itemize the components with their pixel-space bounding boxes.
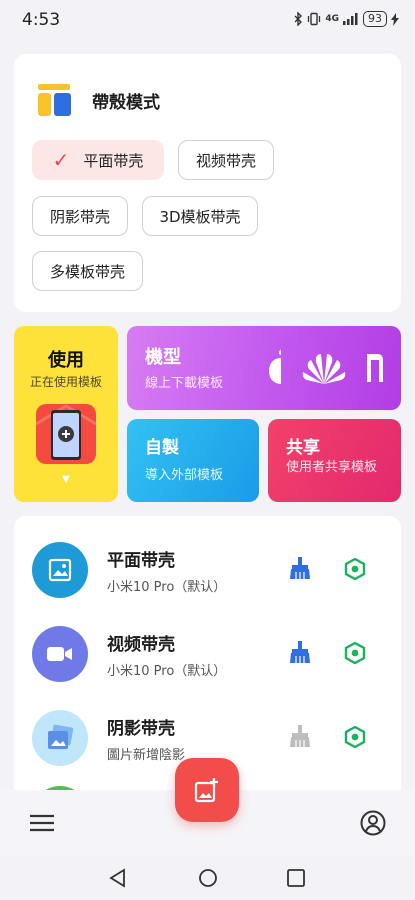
option-label: 平面带壳 bbox=[83, 151, 144, 170]
back-icon[interactable] bbox=[108, 868, 128, 888]
network-type: 4G bbox=[325, 14, 339, 24]
image-icon bbox=[32, 542, 88, 598]
bluetooth-icon bbox=[294, 12, 303, 26]
account-icon[interactable] bbox=[360, 810, 386, 836]
template-title: 平面带壳 bbox=[107, 551, 175, 571]
shell-mode-title: 帶殼模式 bbox=[92, 93, 160, 113]
clean-brush-icon[interactable] bbox=[288, 724, 312, 748]
option-label: 视频带壳 bbox=[195, 151, 256, 170]
option-flat-shell[interactable]: ✓ 平面带壳 bbox=[32, 140, 164, 180]
recents-icon[interactable] bbox=[287, 869, 305, 887]
home-icon[interactable] bbox=[198, 868, 218, 888]
clean-brush-icon[interactable] bbox=[288, 640, 312, 664]
vibrate-icon bbox=[308, 12, 321, 26]
option-label: 3D模板带壳 bbox=[159, 207, 241, 226]
caret-down-icon: ▼ bbox=[62, 474, 70, 485]
system-nav-bar bbox=[0, 856, 415, 900]
model-subtitle: 線上下載模板 bbox=[145, 376, 224, 391]
signal-icon bbox=[343, 13, 358, 25]
battery-icon: 93 bbox=[363, 11, 387, 27]
option-label: 阴影带壳 bbox=[49, 207, 110, 226]
status-time: 4:53 bbox=[22, 10, 61, 30]
clean-brush-icon[interactable] bbox=[288, 556, 312, 580]
model-title: 機型 bbox=[145, 347, 181, 368]
use-template-tile[interactable]: 使用 正在使用模板 ▼ bbox=[14, 326, 118, 502]
shadow-image-icon bbox=[32, 710, 88, 766]
shell-mode-card: 帶殼模式 ✓ 平面带壳 视频带壳 阴影带壳 3D模板带壳 多模板带壳 bbox=[14, 54, 401, 312]
phone-template-icon bbox=[36, 404, 96, 464]
huawei-logo-icon bbox=[302, 354, 346, 384]
option-multi-shell[interactable]: 多模板带壳 bbox=[32, 251, 143, 291]
settings-hex-icon[interactable] bbox=[344, 642, 366, 664]
option-video-shell[interactable]: 视频带壳 bbox=[178, 140, 274, 180]
menu-icon[interactable] bbox=[30, 814, 54, 832]
option-3d-shell[interactable]: 3D模板带壳 bbox=[142, 196, 258, 236]
use-title: 使用 bbox=[48, 350, 84, 371]
video-icon bbox=[32, 626, 88, 682]
template-row[interactable]: 视频带壳 小米10 Pro（默认） bbox=[14, 618, 401, 702]
model-tile[interactable]: 機型 線上下載模板 bbox=[127, 326, 401, 410]
share-tile[interactable]: 共享 使用者共享模板 bbox=[268, 419, 401, 502]
option-shadow-shell[interactable]: 阴影带壳 bbox=[32, 196, 128, 236]
template-title: 阴影带壳 bbox=[107, 719, 175, 739]
custom-title: 自製 bbox=[145, 438, 179, 458]
mi-logo-icon bbox=[367, 354, 383, 382]
share-subtitle: 使用者共享模板 bbox=[286, 460, 378, 475]
status-icons: 4G 93 bbox=[293, 11, 399, 27]
settings-hex-icon[interactable] bbox=[344, 558, 366, 580]
settings-hex-icon[interactable] bbox=[344, 726, 366, 748]
template-subtitle: 小米10 Pro（默认） bbox=[107, 664, 227, 679]
use-subtitle: 正在使用模板 bbox=[29, 375, 102, 389]
custom-tile[interactable]: 自製 導入外部模板 bbox=[127, 419, 259, 502]
add-photo-button[interactable] bbox=[175, 758, 239, 822]
template-row[interactable]: 平面带壳 小米10 Pro（默认） bbox=[14, 534, 401, 618]
option-label: 多模板带壳 bbox=[49, 262, 125, 281]
check-icon: ✓ bbox=[52, 148, 70, 172]
share-title: 共享 bbox=[286, 438, 320, 458]
charging-icon bbox=[391, 12, 399, 26]
status-bar: 4:53 4G 93 bbox=[0, 0, 415, 40]
add-photo-icon bbox=[194, 778, 218, 803]
template-subtitle: 圖片新增陰影 bbox=[107, 748, 186, 763]
custom-subtitle: 導入外部模板 bbox=[145, 468, 224, 483]
template-subtitle: 小米10 Pro（默认） bbox=[107, 580, 227, 595]
shell-mode-icon bbox=[38, 84, 71, 116]
apple-logo-icon bbox=[269, 350, 281, 384]
template-title: 视频带壳 bbox=[107, 635, 175, 655]
